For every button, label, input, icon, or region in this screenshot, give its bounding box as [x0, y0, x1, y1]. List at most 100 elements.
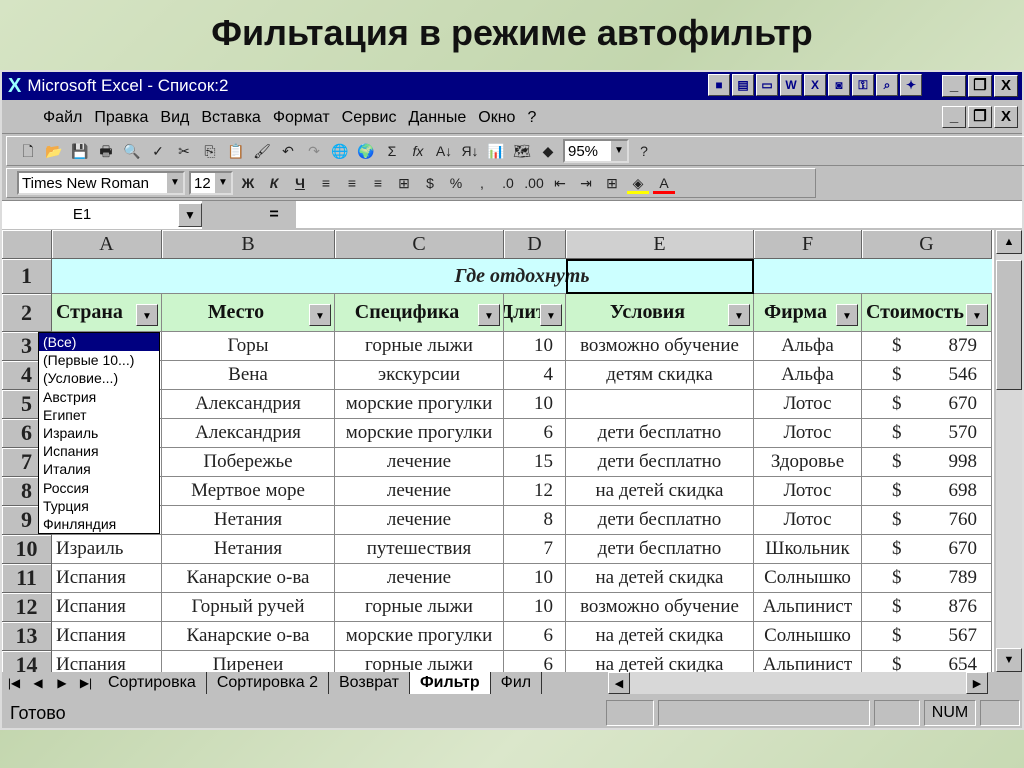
- cell[interactable]: горные лыжи: [335, 593, 504, 622]
- bold-button[interactable]: Ж: [237, 172, 259, 194]
- word-icon[interactable]: W: [780, 74, 802, 96]
- cell[interactable]: Нетания: [162, 535, 335, 564]
- column-header[interactable]: B: [162, 230, 335, 259]
- column-header[interactable]: D: [504, 230, 566, 259]
- cell-cost[interactable]: $546: [862, 361, 992, 390]
- undo-icon[interactable]: ↶: [277, 140, 299, 162]
- cell[interactable]: возможно обучение: [566, 593, 754, 622]
- vertical-scrollbar[interactable]: ▲ ▼: [996, 230, 1022, 672]
- row-header[interactable]: 12: [2, 593, 52, 622]
- row-header[interactable]: 1: [2, 259, 52, 294]
- cell-cost[interactable]: $670: [862, 535, 992, 564]
- cell[interactable]: Школьник: [754, 535, 862, 564]
- fill-color-icon[interactable]: ◈: [627, 172, 649, 194]
- sheet-tab[interactable]: Сортировка 2: [207, 672, 329, 694]
- column-header[interactable]: F: [754, 230, 862, 259]
- help-icon[interactable]: ?: [633, 140, 655, 162]
- save-icon[interactable]: 💾: [69, 140, 91, 162]
- merge-center-icon[interactable]: ⊞: [393, 172, 415, 194]
- cell[interactable]: Лотос: [754, 419, 862, 448]
- cell-cost[interactable]: $570: [862, 419, 992, 448]
- menu-item[interactable]: Вид: [159, 109, 190, 127]
- cell[interactable]: Альпинист: [754, 593, 862, 622]
- doc-restore-button[interactable]: ❐: [968, 106, 992, 128]
- cell-cost[interactable]: $760: [862, 506, 992, 535]
- scroll-down-icon[interactable]: ▼: [996, 648, 1022, 672]
- cell[interactable]: 10: [504, 332, 566, 361]
- autosum-icon[interactable]: Σ: [381, 140, 403, 162]
- filter-option[interactable]: (Первые 10...): [39, 351, 159, 369]
- cut-icon[interactable]: ✂: [173, 140, 195, 162]
- autofilter-dropdown-button[interactable]: ▼: [540, 304, 562, 326]
- column-header[interactable]: G: [862, 230, 992, 259]
- cell[interactable]: дети бесплатно: [566, 419, 754, 448]
- cell[interactable]: экскурсии: [335, 361, 504, 390]
- scroll-left-icon[interactable]: ◀: [608, 672, 630, 694]
- scroll-right-icon[interactable]: ▶: [966, 672, 988, 694]
- increase-decimal-icon[interactable]: .0: [497, 172, 519, 194]
- cell[interactable]: 10: [504, 564, 566, 593]
- cell[interactable]: Лотос: [754, 477, 862, 506]
- cell[interactable]: Испания: [52, 593, 162, 622]
- zoom-select[interactable]: 95% ▼: [563, 139, 629, 163]
- powerpoint-icon[interactable]: ◙: [828, 74, 850, 96]
- borders-icon[interactable]: ⊞: [601, 172, 623, 194]
- sort-ascending-icon[interactable]: A↓: [433, 140, 455, 162]
- cell[interactable]: лечение: [335, 448, 504, 477]
- cell[interactable]: Альфа: [754, 361, 862, 390]
- filter-option[interactable]: Италия: [39, 460, 159, 478]
- cell-cost[interactable]: $789: [862, 564, 992, 593]
- cell[interactable]: Александрия: [162, 390, 335, 419]
- filter-option[interactable]: Финляндия: [39, 515, 159, 533]
- cell[interactable]: Испания: [52, 651, 162, 672]
- spelling-icon[interactable]: ✓: [147, 140, 169, 162]
- sheet-tab[interactable]: Возврат: [329, 672, 410, 694]
- filter-option[interactable]: Испания: [39, 442, 159, 460]
- filter-option[interactable]: Израиль: [39, 424, 159, 442]
- preview-icon[interactable]: 🔍: [121, 140, 143, 162]
- equals-button[interactable]: =: [202, 201, 296, 229]
- cell-cost[interactable]: $879: [862, 332, 992, 361]
- cell[interactable]: 6: [504, 419, 566, 448]
- redo-icon[interactable]: ↷: [303, 140, 325, 162]
- menu-item[interactable]: Окно: [477, 109, 516, 127]
- hyperlink-icon[interactable]: 🌍: [355, 140, 377, 162]
- autofilter-dropdown-button[interactable]: ▼: [136, 304, 158, 326]
- cell[interactable]: на детей скидка: [566, 477, 754, 506]
- menu-item[interactable]: Вставка: [200, 109, 261, 127]
- cell[interactable]: Пиренеи: [162, 651, 335, 672]
- cell[interactable]: на детей скидка: [566, 651, 754, 672]
- cell[interactable]: дети бесплатно: [566, 535, 754, 564]
- cell[interactable]: возможно обучение: [566, 332, 754, 361]
- chart-wizard-icon[interactable]: 📊: [485, 140, 507, 162]
- filter-option[interactable]: Египет: [39, 406, 159, 424]
- cell[interactable]: 10: [504, 593, 566, 622]
- cell[interactable]: Испания: [52, 564, 162, 593]
- cell[interactable]: Солнышко: [754, 622, 862, 651]
- row-header[interactable]: 14: [2, 651, 52, 672]
- menu-item[interactable]: Данные: [407, 109, 467, 127]
- cell[interactable]: морские прогулки: [335, 390, 504, 419]
- next-sheet-icon[interactable]: ▶: [50, 676, 74, 690]
- underline-button[interactable]: Ч: [289, 172, 311, 194]
- font-select[interactable]: Times New Roman ▼: [17, 171, 185, 195]
- filter-option[interactable]: Турция: [39, 497, 159, 515]
- column-header[interactable]: C: [335, 230, 504, 259]
- cell[interactable]: морские прогулки: [335, 622, 504, 651]
- cell[interactable]: детям скидка: [566, 361, 754, 390]
- row-header[interactable]: 11: [2, 564, 52, 593]
- row-header[interactable]: 13: [2, 622, 52, 651]
- percent-button[interactable]: %: [445, 172, 467, 194]
- scroll-up-icon[interactable]: ▲: [996, 230, 1022, 254]
- cell[interactable]: Здоровье: [754, 448, 862, 477]
- scroll-thumb[interactable]: [996, 260, 1022, 390]
- cell-cost[interactable]: $567: [862, 622, 992, 651]
- cell[interactable]: Лотос: [754, 390, 862, 419]
- column-header[interactable]: A: [52, 230, 162, 259]
- sheet-tab[interactable]: Фильтр: [409, 672, 491, 694]
- table-title[interactable]: Где отдохнуть: [52, 259, 992, 294]
- filter-option[interactable]: (Условие...): [39, 369, 159, 387]
- cell[interactable]: на детей скидка: [566, 564, 754, 593]
- cell[interactable]: Побережье: [162, 448, 335, 477]
- cell[interactable]: 6: [504, 651, 566, 672]
